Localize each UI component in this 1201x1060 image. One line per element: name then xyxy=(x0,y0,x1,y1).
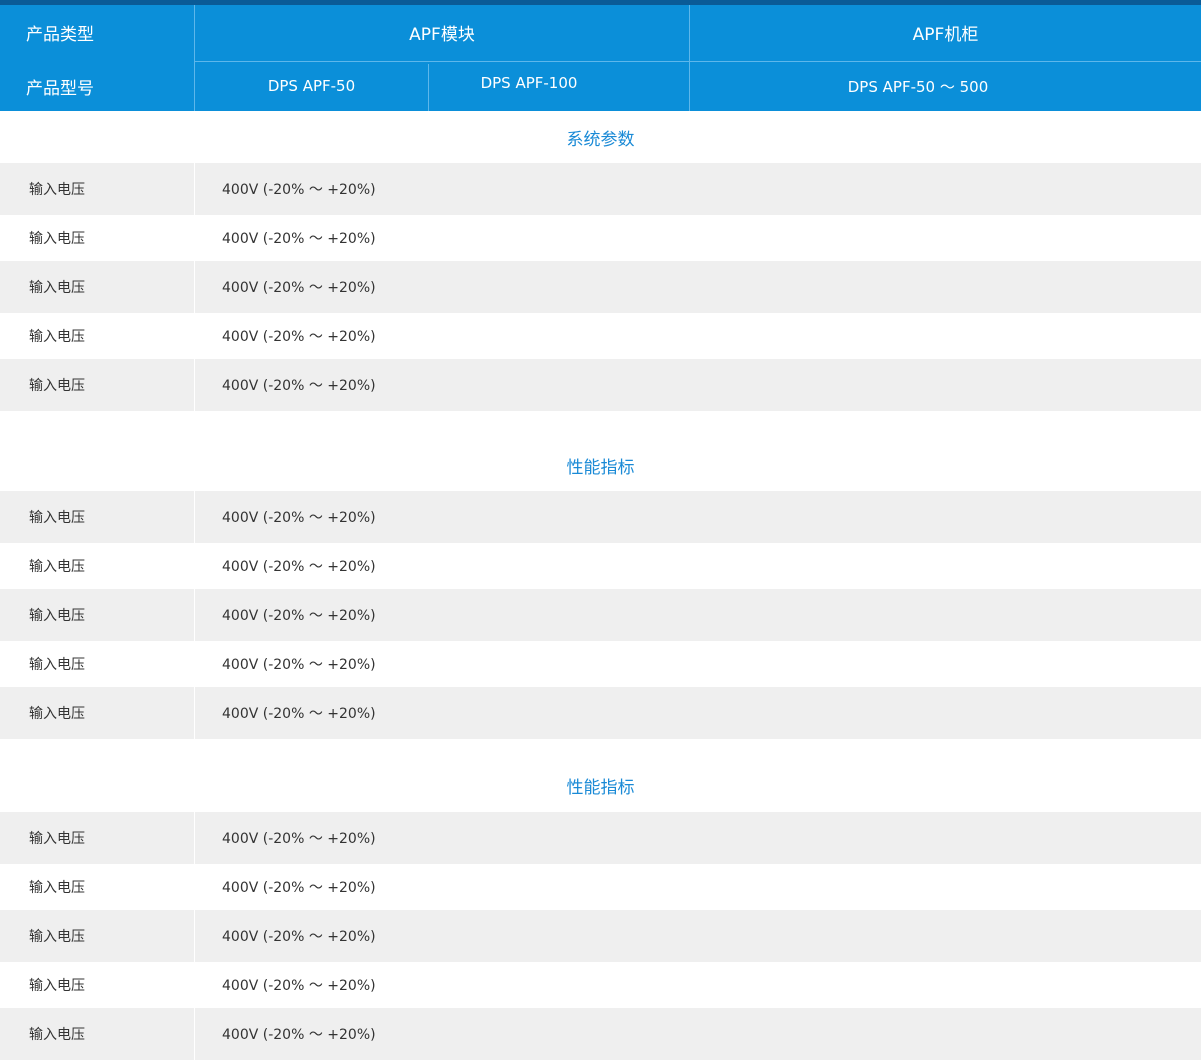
row-value: 400V (-20% ～ +20%) xyxy=(222,510,376,526)
table-row: 输入电压 400V (-20% ～ +20%) xyxy=(0,910,1201,962)
row-label: 输入电压 xyxy=(29,978,85,994)
table-row: 输入电压 400V (-20% ～ +20%) xyxy=(0,491,1201,543)
section-title: 性能指标 xyxy=(566,778,635,798)
header-divider xyxy=(428,64,429,111)
section-title: 性能指标 xyxy=(566,457,635,478)
row-value: 400V (-20% ～ +20%) xyxy=(222,831,376,847)
row-divider xyxy=(194,589,195,641)
row-label: 输入电压 xyxy=(29,378,85,394)
table-row: 输入电压 400V (-20% ～ +20%) xyxy=(0,641,1201,687)
row-label: 输入电压 xyxy=(29,182,85,198)
row-divider xyxy=(194,163,195,215)
row-value: 400V (-20% ～ +20%) xyxy=(222,280,376,296)
header-divider xyxy=(194,61,1201,62)
row-value: 400V (-20% ～ +20%) xyxy=(222,1027,376,1043)
row-value: 400V (-20% ～ +20%) xyxy=(222,880,376,896)
row-value: 400V (-20% ～ +20%) xyxy=(222,978,376,994)
table-row: 输入电压 400V (-20% ～ +20%) xyxy=(0,589,1201,641)
section-title: 系统参数 xyxy=(566,129,635,150)
table-row: 输入电压 400V (-20% ～ +20%) xyxy=(0,962,1201,1008)
row-value: 400V (-20% ～ +20%) xyxy=(222,378,376,394)
section-performance: 性能指标 输入电压 400V (-20% ～ +20%) 输入电压 400V (-2… xyxy=(0,439,1201,739)
model-apf-100: DPS APF-100 xyxy=(480,74,578,92)
row-value: 400V (-20% ～ +20%) xyxy=(222,182,376,198)
row-value: 400V (-20% ～ +20%) xyxy=(222,231,376,247)
table-row: 输入电压 400V (-20% ～ +20%) xyxy=(0,864,1201,910)
row-value: 400V (-20% ～ +20%) xyxy=(222,657,376,673)
row-label: 输入电压 xyxy=(29,608,85,624)
product-type-label: 产品类型 xyxy=(26,25,94,45)
row-value: 400V (-20% ～ +20%) xyxy=(222,929,376,945)
table-row: 输入电压 400V (-20% ～ +20%) xyxy=(0,359,1201,411)
column-apf-cabinet: APF机柜 xyxy=(912,25,979,45)
column-apf-module: APF模块 xyxy=(409,25,475,45)
row-divider xyxy=(194,359,195,411)
table-row: 输入电压 400V (-20% ～ +20%) xyxy=(0,313,1201,359)
row-label: 输入电压 xyxy=(29,559,85,575)
model-apf-50: DPS APF-50 xyxy=(267,77,356,95)
row-divider xyxy=(194,261,195,313)
row-label: 输入电压 xyxy=(29,280,85,296)
model-apf-cabinet-range: DPS APF-50 ～ 500 xyxy=(847,77,989,96)
table-row: 输入电压 400V (-20% ～ +20%) xyxy=(0,215,1201,261)
row-label: 输入电压 xyxy=(29,831,85,847)
row-divider xyxy=(194,491,195,543)
row-divider xyxy=(194,687,195,739)
section-performance-2: 性能指标 输入电压 400V (-20% ～ +20%) 输入电压 400V (-2… xyxy=(0,759,1201,1060)
product-model-label: 产品型号 xyxy=(26,78,94,99)
table-row: 输入电压 400V (-20% ～ +20%) xyxy=(0,543,1201,589)
row-divider xyxy=(194,1008,195,1060)
row-label: 输入电压 xyxy=(29,1027,85,1043)
row-label: 输入电压 xyxy=(29,706,85,722)
row-label: 输入电压 xyxy=(29,329,85,345)
row-value: 400V (-20% ～ +20%) xyxy=(222,329,376,345)
table-row: 输入电压 400V (-20% ～ +20%) xyxy=(0,261,1201,313)
row-value: 400V (-20% ～ +20%) xyxy=(222,706,376,722)
row-divider xyxy=(194,812,195,864)
table-row: 输入电压 400V (-20% ～ +20%) xyxy=(0,163,1201,215)
spec-table-header: 产品类型 APF模块 APF机柜 产品型号 DPS APF-50 DPS APF… xyxy=(0,5,1201,111)
row-value: 400V (-20% ～ +20%) xyxy=(222,608,376,624)
header-divider xyxy=(194,5,195,111)
row-label: 输入电压 xyxy=(29,231,85,247)
table-row: 输入电压 400V (-20% ～ +20%) xyxy=(0,687,1201,739)
row-label: 输入电压 xyxy=(29,510,85,526)
row-label: 输入电压 xyxy=(29,657,85,673)
row-label: 输入电压 xyxy=(29,880,85,896)
table-row: 输入电压 400V (-20% ～ +20%) xyxy=(0,812,1201,864)
table-row: 输入电压 400V (-20% ～ +20%) xyxy=(0,1008,1201,1060)
row-value: 400V (-20% ～ +20%) xyxy=(222,559,376,575)
row-divider xyxy=(194,910,195,962)
row-label: 输入电压 xyxy=(29,929,85,945)
section-system-params: 系统参数 输入电压 400V (-20% ～ +20%) 输入电压 400V (-2… xyxy=(0,111,1201,411)
header-divider xyxy=(689,5,690,111)
